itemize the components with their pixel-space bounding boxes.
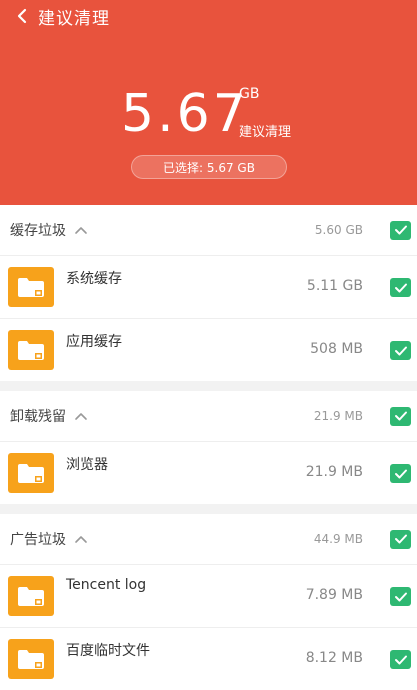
checkbox-checked-icon: [394, 225, 407, 235]
group-ad-junk: 广告垃圾 44.9 MB Tencent log 7.89 MB 百度临时文件 …: [0, 514, 417, 690]
item-size: 5.11 GB: [306, 278, 363, 294]
group-header[interactable]: 缓存垃圾 5.60 GB: [0, 205, 417, 256]
item-checkbox[interactable]: [390, 587, 411, 606]
group-checkbox[interactable]: [390, 220, 411, 240]
chevron-up-icon[interactable]: [74, 223, 88, 237]
cleanup-list: 缓存垃圾 5.60 GB 系统缓存 5.11 GB 应用缓存 508 MB 卸载…: [0, 205, 417, 690]
page-title: 建议清理: [38, 8, 110, 29]
item-name: 应用缓存: [66, 334, 122, 350]
nav-bar: 建议清理: [0, 0, 110, 32]
group-header[interactable]: 卸载残留 21.9 MB: [0, 391, 417, 442]
group-header[interactable]: 广告垃圾 44.9 MB: [0, 514, 417, 565]
checkbox-checked-icon: [394, 346, 407, 355]
group-checkbox[interactable]: [390, 529, 411, 549]
item-name: 系统缓存: [66, 271, 122, 287]
item-size: 8.12 MB: [305, 650, 363, 666]
folder-icon: [8, 576, 54, 616]
chevron-up-icon[interactable]: [74, 532, 88, 546]
back-icon[interactable]: [12, 6, 32, 26]
item-name: Tencent log: [66, 577, 147, 593]
item-size: 7.89 MB: [305, 587, 363, 603]
header: 建议清理 5.67 GB 建议清理 已选择: 5.67 GB: [0, 0, 417, 205]
list-item[interactable]: 系统缓存 5.11 GB: [0, 256, 417, 319]
total-size-unit: GB: [239, 86, 260, 102]
total-size-value: 5.67: [121, 84, 249, 144]
item-checkbox[interactable]: [390, 650, 411, 669]
group-title: 卸载残留: [10, 409, 66, 425]
checkbox-checked-icon: [394, 411, 407, 421]
group-size: 5.60 GB: [314, 223, 363, 237]
group-checkbox[interactable]: [390, 406, 411, 426]
chevron-up-icon[interactable]: [74, 409, 88, 423]
checkbox-checked-icon: [394, 283, 407, 292]
group-size: 21.9 MB: [313, 409, 363, 423]
item-checkbox[interactable]: [390, 464, 411, 483]
item-name: 百度临时文件: [66, 643, 150, 659]
folder-icon: [8, 330, 54, 370]
group-cache-junk: 缓存垃圾 5.60 GB 系统缓存 5.11 GB 应用缓存 508 MB: [0, 205, 417, 381]
list-item[interactable]: 应用缓存 508 MB: [0, 319, 417, 381]
folder-icon: [8, 453, 54, 493]
item-checkbox[interactable]: [390, 341, 411, 360]
item-name: 浏览器: [66, 457, 108, 473]
selected-size-badge: 已选择: 5.67 GB: [131, 155, 287, 179]
folder-icon: [8, 267, 54, 307]
list-item[interactable]: Tencent log 7.89 MB: [0, 565, 417, 628]
total-size-label: 建议清理: [239, 125, 292, 140]
item-checkbox[interactable]: [390, 278, 411, 297]
list-item[interactable]: 浏览器 21.9 MB: [0, 442, 417, 504]
group-title: 广告垃圾: [10, 532, 66, 548]
item-size: 508 MB: [310, 341, 363, 357]
item-size: 21.9 MB: [305, 464, 363, 480]
group-size: 44.9 MB: [313, 532, 363, 546]
group-uninstall-residue: 卸载残留 21.9 MB 浏览器 21.9 MB: [0, 391, 417, 504]
folder-icon: [8, 639, 54, 679]
list-item[interactable]: 百度临时文件 8.12 MB: [0, 628, 417, 690]
checkbox-checked-icon: [394, 655, 407, 664]
checkbox-checked-icon: [394, 469, 407, 478]
group-title: 缓存垃圾: [10, 223, 66, 239]
checkbox-checked-icon: [394, 592, 407, 601]
checkbox-checked-icon: [394, 534, 407, 544]
